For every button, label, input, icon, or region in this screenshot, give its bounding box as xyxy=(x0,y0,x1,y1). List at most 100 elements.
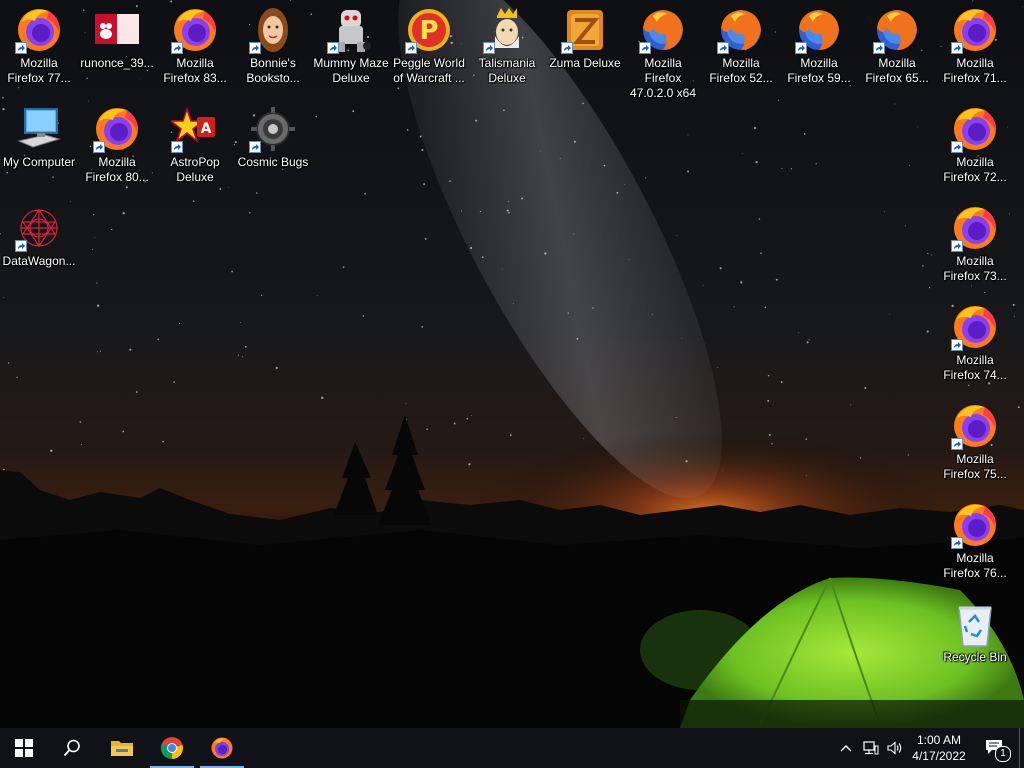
firefox-icon xyxy=(951,402,999,450)
desktop-icon[interactable]: Mozilla Firefox 73... xyxy=(936,200,1014,296)
clock-date: 4/17/2022 xyxy=(912,749,966,763)
shortcut-arrow-icon xyxy=(96,144,103,150)
firefox-icon xyxy=(93,105,141,153)
desktop[interactable]: Mozilla Firefox 77... runonce_39... Mozill… xyxy=(0,0,1024,728)
shortcut-overlay xyxy=(15,240,27,252)
desktop-icon[interactable]: My Computer xyxy=(0,101,78,197)
shortcut-overlay xyxy=(951,438,963,450)
recycle-bin-icon xyxy=(951,600,999,648)
taskbar-file-explorer[interactable] xyxy=(98,728,146,768)
shortcut-arrow-icon xyxy=(486,45,493,51)
desktop-icon[interactable]: Zuma Deluxe xyxy=(546,2,624,98)
shortcut-overlay xyxy=(327,42,339,54)
taskbar-chrome[interactable] xyxy=(148,728,196,768)
shortcut-arrow-icon xyxy=(720,45,727,51)
shortcut-overlay xyxy=(15,42,27,54)
search-button[interactable] xyxy=(48,728,96,768)
shortcut-arrow-icon xyxy=(174,144,181,150)
shortcut-overlay xyxy=(249,42,261,54)
file-explorer-icon xyxy=(111,741,133,756)
desktop-icon-label: Mozilla Firefox 47.0.2.0 x64 xyxy=(629,56,697,100)
firefox-icon xyxy=(171,6,219,54)
shortcut-overlay xyxy=(951,537,963,549)
desktop-icon-label: DataWagon... xyxy=(2,254,76,268)
shortcut-arrow-icon xyxy=(408,45,415,51)
talismania-icon xyxy=(483,6,531,54)
shortcut-arrow-icon xyxy=(876,45,883,51)
desktop-icon[interactable]: Bonnie's Booksto... xyxy=(234,2,312,98)
shortcut-arrow-icon xyxy=(798,45,805,51)
shortcut-arrow-icon xyxy=(174,45,181,51)
firefox-old-icon xyxy=(639,6,687,54)
desktop-icon-label: Mozilla Firefox 75... xyxy=(943,452,1007,481)
chrome-icon xyxy=(160,737,183,760)
cosmic-bugs-icon xyxy=(249,105,297,153)
desktop-icon-label: Mozilla Firefox 71... xyxy=(943,56,1007,85)
speaker-icon xyxy=(887,741,902,755)
firefox-old-icon xyxy=(873,6,921,54)
clock[interactable]: 1:00 AM 4/17/2022 xyxy=(908,728,970,768)
clock-time: 1:00 AM xyxy=(916,733,962,747)
computer-icon xyxy=(15,105,63,153)
shortcut-arrow-icon xyxy=(954,45,961,51)
firefox-icon xyxy=(951,105,999,153)
firefox-old-icon xyxy=(717,6,765,54)
shortcut-arrow-icon xyxy=(564,45,571,51)
shortcut-arrow-icon xyxy=(330,45,337,51)
windows-start-icon xyxy=(15,739,33,757)
shortcut-overlay xyxy=(951,339,963,351)
desktop-icon[interactable]: Mozilla Firefox 77... xyxy=(0,2,78,98)
shortcut-overlay xyxy=(249,141,261,153)
desktop-icon[interactable]: Mozilla Firefox 71... xyxy=(936,2,1014,98)
show-desktop-button[interactable] xyxy=(1019,728,1024,768)
taskbar-firefox[interactable] xyxy=(198,728,246,768)
desktop-icon-label: Recycle Bin xyxy=(943,650,1007,664)
shortcut-arrow-icon xyxy=(954,144,961,150)
desktop-icon[interactable]: Mozilla Firefox 75... xyxy=(936,398,1014,494)
desktop-icon-label: Cosmic Bugs xyxy=(237,155,309,169)
desktop-icon-label: Mozilla Firefox 77... xyxy=(7,56,71,85)
shortcut-overlay xyxy=(639,42,651,54)
desktop-icon[interactable]: P Peggle World of Warcraft ... xyxy=(390,2,468,98)
start-button[interactable] xyxy=(0,728,48,768)
desktop-icon-label: Mozilla Firefox 73... xyxy=(943,254,1007,283)
zuma-icon xyxy=(561,6,609,54)
desktop-icon[interactable]: DataWagon... xyxy=(0,200,78,296)
runonce-icon xyxy=(93,6,141,54)
shortcut-arrow-icon xyxy=(252,45,259,51)
action-center-button[interactable]: 1 xyxy=(976,728,1016,768)
firefox-icon xyxy=(15,6,63,54)
peggle-icon: P xyxy=(405,6,453,54)
desktop-icon[interactable]: Mummy Maze Deluxe xyxy=(312,2,390,98)
shortcut-overlay xyxy=(951,240,963,252)
show-hidden-icons-button[interactable] xyxy=(836,728,856,768)
desktop-icon[interactable]: Mozilla Firefox 74... xyxy=(936,299,1014,395)
desktop-icon-label: Zuma Deluxe xyxy=(549,56,621,70)
desktop-icon[interactable]: Mozilla Firefox 59... xyxy=(780,2,858,98)
desktop-icon-label: AstroPop Deluxe xyxy=(170,155,220,184)
desktop-icon[interactable]: Mozilla Firefox 83... xyxy=(156,2,234,98)
desktop-icon[interactable]: Mozilla Firefox 65... xyxy=(858,2,936,98)
desktop-icon[interactable]: Mozilla Firefox 76... xyxy=(936,497,1014,593)
desktop-icon[interactable]: runonce_39... xyxy=(78,2,156,98)
desktop-icon-label: Mozilla Firefox 65... xyxy=(865,56,929,85)
network-icon xyxy=(863,741,879,755)
desktop-icon[interactable]: Mozilla Firefox 52... xyxy=(702,2,780,98)
chevron-up-icon xyxy=(840,745,852,752)
volume-button[interactable] xyxy=(884,728,906,768)
desktop-icon[interactable]: Mozilla Firefox 80... xyxy=(78,101,156,197)
desktop-icon[interactable]: Cosmic Bugs xyxy=(234,101,312,197)
datawagon-icon xyxy=(15,204,63,252)
desktop-icon[interactable]: Talismania Deluxe xyxy=(468,2,546,98)
desktop-icon[interactable]: A AstroPop Deluxe xyxy=(156,101,234,197)
desktop-icon-label: Mozilla Firefox 72... xyxy=(943,155,1007,184)
desktop-icon-label: Mozilla Firefox 80... xyxy=(85,155,149,184)
shortcut-overlay xyxy=(873,42,885,54)
desktop-icon[interactable]: Mozilla Firefox 47.0.2.0 x64 xyxy=(624,2,702,100)
desktop-icon[interactable]: Recycle Bin xyxy=(936,596,1014,692)
astropop-icon: A xyxy=(171,105,219,153)
shortcut-overlay xyxy=(171,141,183,153)
desktop-icon[interactable]: Mozilla Firefox 72... xyxy=(936,101,1014,197)
shortcut-overlay xyxy=(561,42,573,54)
network-button[interactable] xyxy=(860,728,882,768)
